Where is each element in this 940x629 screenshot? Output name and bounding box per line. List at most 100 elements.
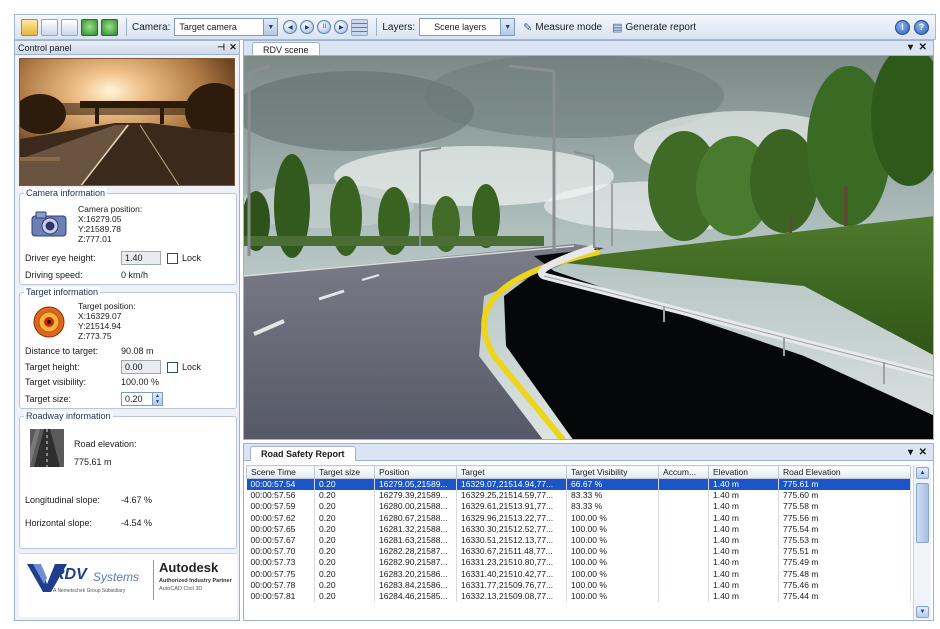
rdv-logo-sub: Systems	[93, 570, 140, 584]
table-row[interactable]: 00:00:57.67 0.20 16281.63,21588... 16330.51…	[246, 534, 911, 546]
ruler-icon: ✎	[523, 21, 533, 34]
save-icon[interactable]	[41, 18, 58, 36]
table-cell: 16279.39,21589...	[374, 489, 457, 501]
camera-select-value: Target camera	[179, 22, 237, 32]
report-vertical-scrollbar[interactable]: ▲ ▼	[913, 465, 931, 620]
tab-rdv-scene[interactable]: RDV scene	[252, 42, 320, 56]
spinner-arrows-icon[interactable]: ▲ ▼	[152, 393, 162, 405]
table-cell: 1.40 m	[708, 500, 779, 513]
target-size-label: Target size:	[25, 394, 72, 404]
scene-viewport[interactable]	[243, 55, 934, 440]
table-cell: 0.20	[314, 534, 375, 546]
rdv-logo-text: RDV	[53, 566, 87, 583]
logo-divider	[153, 560, 154, 600]
camera-info-title: Camera information	[24, 188, 108, 198]
open-folder-icon[interactable]	[21, 18, 38, 36]
play-icon[interactable]: ▶	[300, 20, 315, 34]
dropdown-icon[interactable]: ▾	[908, 42, 913, 53]
camera-select[interactable]: Target camera ▼	[174, 18, 279, 36]
main-toolbar: Camera: Target camera ▼ ◀ ▶ II ▶ Layers:…	[14, 14, 936, 40]
table-cell: 00:00:57.78	[246, 579, 315, 591]
target-height-field[interactable]: 0.00	[121, 360, 161, 374]
target-height-row: Target height: 0.00 Lock	[25, 360, 201, 374]
table-row[interactable]: 00:00:57.65 0.20 16281.32,21588... 16330.30…	[246, 523, 911, 535]
measure-mode-label: Measure mode	[535, 21, 603, 33]
roadway-info-group: Roadway information Road elevation: 775.…	[19, 411, 237, 549]
speed-row: Driving speed: 0 km/h	[25, 270, 148, 280]
table-row[interactable]: 00:00:57.75 0.20 16283.20,21586... 16331.40…	[246, 568, 911, 580]
target-height-lock-label: Lock	[182, 362, 202, 372]
table-row[interactable]: 00:00:57.70 0.20 16282.28,21587... 16330.67…	[246, 545, 911, 557]
column-header[interactable]: Target Visibility	[566, 465, 659, 479]
scroll-up-icon[interactable]: ▲	[916, 467, 929, 479]
column-header[interactable]: Scene Time	[246, 465, 315, 479]
help-icon[interactable]: ?	[914, 19, 929, 35]
scene-tabbar: RDV scene ▾ ✕	[243, 40, 934, 56]
table-row[interactable]: 00:00:57.56 0.20 16279.39,21589... 16329.25…	[246, 489, 911, 501]
target-x: X:16329.07	[78, 311, 122, 321]
dropdown-icon[interactable]: ▾	[908, 447, 913, 458]
close-icon[interactable]: ✕	[919, 447, 927, 458]
column-header[interactable]: Position	[374, 465, 457, 479]
table-cell: 16330.51,21512.13,77...	[456, 534, 567, 546]
column-header[interactable]: Elevation	[708, 465, 779, 479]
chevron-down-icon[interactable]: ▼	[500, 19, 515, 35]
forward-icon[interactable]: ▶	[334, 20, 349, 34]
tab-road-safety-report[interactable]: Road Safety Report	[250, 446, 356, 461]
road-elevation-label: Road elevation:	[74, 439, 137, 449]
table-cell	[658, 500, 709, 513]
measure-mode-button[interactable]: ✎ Measure mode	[523, 21, 602, 34]
info-icon[interactable]: i	[895, 19, 910, 35]
table-row[interactable]: 00:00:57.54 0.20 16279.05,21589... 16329.07…	[246, 478, 911, 490]
target-height-lock-checkbox[interactable]	[167, 361, 178, 373]
refresh-icon[interactable]	[81, 18, 98, 36]
table-cell: 16331.23,21510.80,77...	[456, 556, 567, 568]
column-header[interactable]: Target	[456, 465, 567, 479]
table-row[interactable]: 00:00:57.78 0.20 16283.84,21586... 16331.77…	[246, 579, 911, 591]
table-cell: 775.48 m	[778, 568, 911, 580]
pause-icon[interactable]: II	[317, 20, 332, 34]
column-header[interactable]: Accum...	[658, 465, 709, 479]
table-cell: 100.00 %	[566, 512, 659, 524]
rewind-icon[interactable]: ◀	[283, 20, 298, 34]
table-row[interactable]: 00:00:57.59 0.20 16280.00,21588... 16329.61…	[246, 500, 911, 513]
generate-report-label: Generate report	[625, 21, 697, 33]
table-cell: 16281.32,21588...	[374, 523, 457, 535]
pin-icon[interactable]: ⊣	[215, 42, 227, 53]
scroll-thumb[interactable]	[916, 483, 929, 543]
table-row[interactable]: 00:00:57.81 0.20 16284.46,21585... 16332.13…	[246, 590, 911, 602]
target-position-block: Target position: X:16329.07 Y:21514.94 Z…	[78, 301, 136, 341]
table-cell: 16329.25,21514.59,77...	[456, 489, 567, 501]
grid-icon[interactable]	[351, 18, 369, 36]
camera-label: Camera:	[132, 21, 171, 33]
target-size-spinner[interactable]: 0.20 ▲ ▼	[121, 392, 163, 406]
close-icon[interactable]: ✕	[227, 42, 239, 53]
layers-select[interactable]: Scene layers ▼	[419, 18, 516, 36]
camera-position-block: Camera position: X:16279.05 Y:21589.78 Z…	[78, 204, 142, 244]
table-cell	[658, 523, 709, 535]
print-icon[interactable]	[61, 18, 78, 36]
control-panel: Control panel ⊣ ✕ Camera information Cam…	[14, 40, 240, 621]
table-cell: 775.53 m	[778, 534, 911, 546]
export-icon[interactable]	[101, 18, 118, 36]
table-cell: 1.40 m	[708, 545, 779, 557]
table-cell: 1.40 m	[708, 590, 779, 602]
table-cell: 0.20	[314, 545, 375, 557]
eye-height-lock-checkbox[interactable]	[167, 252, 178, 264]
long-slope-value: -4.67 %	[121, 495, 153, 505]
generate-report-button[interactable]: ▤ Generate report	[612, 21, 696, 34]
table-cell: 16280.00,21588...	[374, 500, 457, 513]
scroll-down-icon[interactable]: ▼	[916, 606, 929, 618]
table-cell: 775.51 m	[778, 545, 911, 557]
table-row[interactable]: 00:00:57.73 0.20 16282.90,21587... 16331.23…	[246, 556, 911, 568]
table-cell: 0.20	[314, 556, 375, 568]
column-header[interactable]: Target size	[314, 465, 375, 479]
partner-logos: RDV Systems A Nemetschek Group Subsidiar…	[19, 553, 237, 617]
table-cell: 16280.67,21588...	[374, 512, 457, 524]
camera-preview-image	[19, 58, 235, 186]
table-row[interactable]: 00:00:57.62 0.20 16280.67,21588... 16329.96…	[246, 512, 911, 524]
eye-height-field[interactable]: 1.40	[121, 251, 161, 265]
column-header[interactable]: Road Elevation	[778, 465, 911, 479]
close-icon[interactable]: ✕	[919, 42, 927, 53]
chevron-down-icon[interactable]: ▼	[263, 19, 278, 35]
